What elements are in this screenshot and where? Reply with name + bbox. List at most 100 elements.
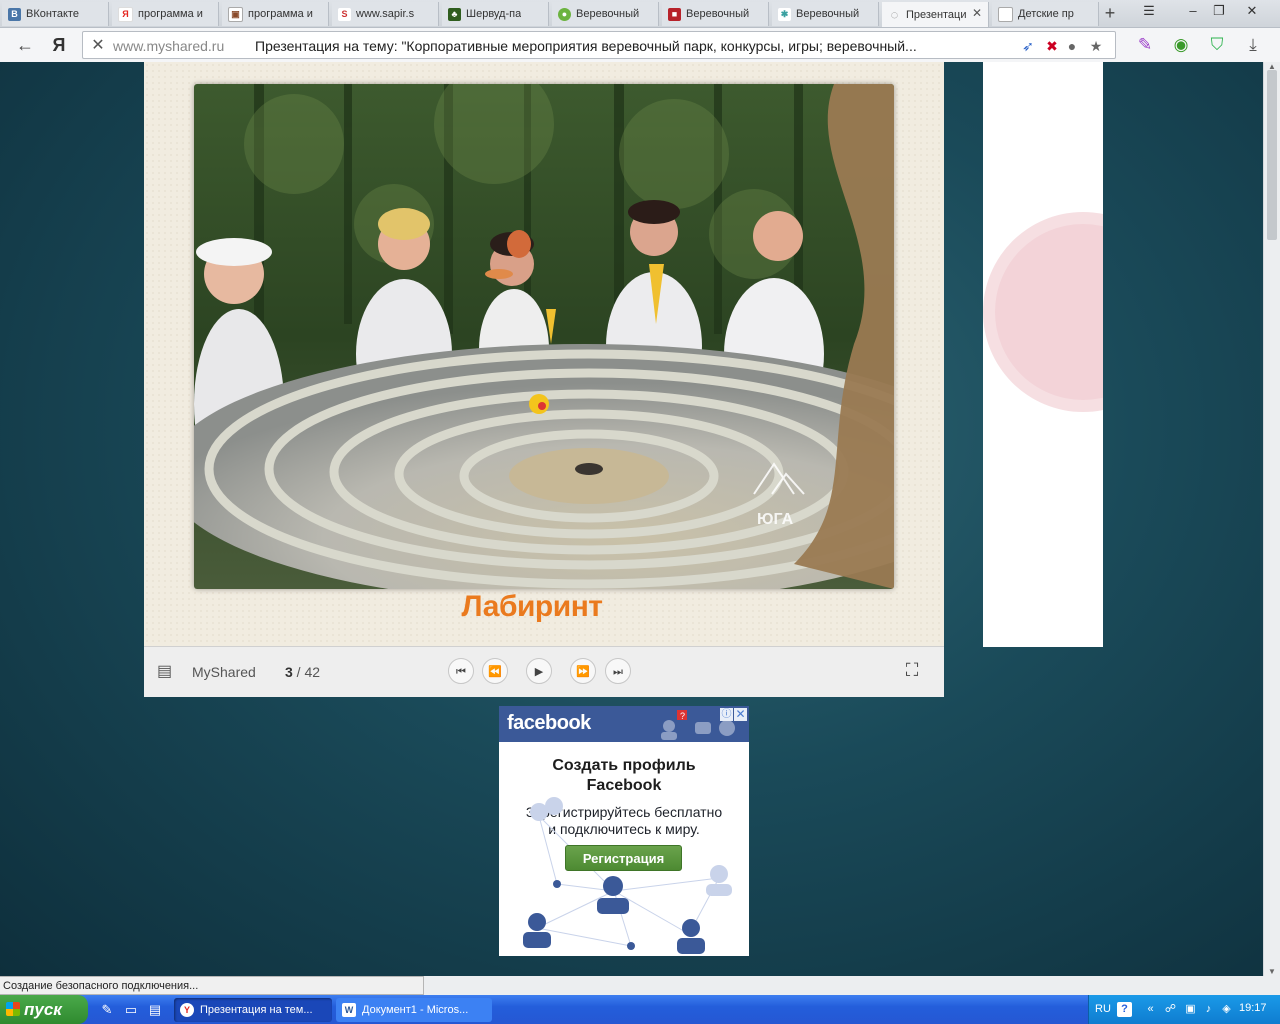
fb-ad-subtext: Зарегистрируйтесь бесплатно и подключитес…	[499, 804, 749, 838]
channel-logo-text: ЮГА	[757, 511, 794, 528]
myshared-brand[interactable]: MyShared	[192, 664, 256, 680]
status-bar: Создание безопасного подключения...	[0, 976, 424, 995]
bookmark-star-icon[interactable]: ★	[1087, 37, 1105, 55]
tab-programma-1[interactable]: Япрограмма и	[112, 2, 219, 26]
red-cube-icon: ■	[668, 7, 681, 21]
tab-label: Презентаци	[906, 8, 967, 21]
vertical-scrollbar[interactable]: ▲ ▼	[1263, 62, 1280, 976]
yandex-browser-icon: Y	[180, 1003, 194, 1017]
close-window-icon[interactable]: ✕	[1240, 2, 1264, 20]
fb-register-button[interactable]: Регистрация	[565, 845, 682, 871]
address-bar: ← Я ✕ www.myshared.ru Презентация на тем…	[0, 28, 1280, 63]
fast-forward-button[interactable]: ⏩	[570, 658, 596, 684]
headline-line-2: Facebook	[586, 777, 662, 794]
page-counter: 3 / 42	[285, 664, 320, 680]
extension-green-icon[interactable]: ◉	[1170, 34, 1192, 56]
subtext-line-2: и подключитесь к миру.	[548, 821, 700, 837]
tab-label: Веревочный	[686, 8, 750, 20]
tray-volume-icon[interactable]: ♪	[1201, 1002, 1216, 1017]
first-slide-button[interactable]: ⏮	[448, 658, 474, 684]
tab-prezentaciya[interactable]: ◌ Презентаци ✕	[882, 2, 989, 27]
close-tab-icon[interactable]: ✕	[972, 6, 982, 20]
tab-vkontakte[interactable]: В ВКонтакте	[2, 2, 109, 26]
fb-ad-headline: Создать профиль Facebook	[499, 756, 749, 796]
tab-detskie[interactable]: Детские пр	[992, 2, 1099, 26]
side-ad-banner[interactable]	[983, 62, 1103, 647]
restore-icon[interactable]: ❐	[1207, 2, 1231, 20]
task-label: Презентация на тем...	[200, 1004, 313, 1016]
language-indicator[interactable]: RU	[1095, 1003, 1111, 1015]
facebook-logo: facebook	[507, 712, 591, 734]
taskbar: пуск ✎ ▭ ▤ Y Презентация на тем... W Докум…	[0, 995, 1280, 1024]
tab-label: Детские пр	[1018, 8, 1074, 20]
new-tab-button[interactable]: +	[1100, 3, 1120, 23]
windows-flag-icon	[6, 1002, 20, 1016]
green-circle-icon: ●	[558, 7, 571, 21]
task-label: Документ1 - Micros...	[362, 1004, 469, 1016]
stop-loading-icon[interactable]: ✕	[89, 35, 107, 55]
tab-label: www.sapir.s	[356, 8, 415, 20]
total-pages: 42	[304, 664, 321, 680]
blocked-content-icon[interactable]: ✖	[1043, 37, 1061, 55]
notification-badge: ?	[680, 711, 685, 721]
headline-line-1: Создать профиль	[552, 757, 696, 774]
tray-monitor-icon[interactable]: ▣	[1183, 1002, 1198, 1017]
page-icon	[998, 6, 1013, 22]
facebook-ad[interactable]: facebook ? ⓘ ✕ Создать профиль Facebook З…	[499, 706, 749, 956]
quicklaunch-desktop-icon[interactable]: ▭	[122, 1001, 140, 1019]
slide-title: Лабиринт	[461, 590, 603, 623]
quicklaunch-pencil-icon[interactable]: ✎	[98, 1001, 116, 1019]
tray-expand-icon[interactable]: «	[1143, 1002, 1158, 1017]
fullscreen-icon[interactable]: ⛶	[899, 660, 925, 684]
tray-network-icon[interactable]: ☍	[1163, 1002, 1178, 1017]
feather-icon[interactable]: ✎	[1134, 34, 1156, 56]
image-icon: ▣	[228, 6, 243, 22]
tab-verevochny-1[interactable]: ● Веревочный	[552, 2, 659, 26]
tab-sapir[interactable]: Swww.sapir.s	[332, 2, 439, 26]
minimize-icon[interactable]: –	[1181, 2, 1205, 20]
tab-label: Веревочный	[576, 8, 640, 20]
status-bar-filler	[424, 976, 1280, 995]
presentation-slide: ЮГА Лабиринт	[144, 62, 944, 646]
tab-verevochny-2[interactable]: ■ Веревочный	[662, 2, 769, 26]
word-icon: W	[342, 1003, 356, 1017]
help-icon[interactable]: ?	[1117, 1002, 1132, 1017]
ad-close-icon[interactable]: ✕	[734, 708, 747, 721]
lightbulb-icon[interactable]: ●	[1063, 37, 1081, 55]
sherwood-icon: ♣	[448, 7, 461, 21]
download-icon[interactable]: ⤓	[1242, 34, 1264, 56]
shield-check-icon[interactable]: ⛉	[1206, 34, 1228, 56]
rocket-icon[interactable]: ➶	[1019, 37, 1037, 55]
url-domain: www.myshared.ru	[113, 38, 225, 54]
tab-label: Шервуд-па	[466, 8, 522, 20]
tab-verevochny-3[interactable]: ✱ Веревочный	[772, 2, 879, 26]
page-content: ЮГА Лабиринт ▤ MyShared 3 / 42 ⏮ ⏪ ▶ ⏩ ⏭…	[0, 62, 1263, 976]
tab-programma-2[interactable]: ▣ программа и	[222, 2, 329, 26]
tray-security-icon[interactable]: ◈	[1219, 1002, 1234, 1017]
menu-icon[interactable]: ☰	[1137, 2, 1161, 20]
rewind-button[interactable]: ⏪	[482, 658, 508, 684]
clock[interactable]: 19:17	[1239, 1002, 1267, 1014]
back-arrow-icon[interactable]: ←	[14, 34, 36, 56]
play-button[interactable]: ▶	[526, 658, 552, 684]
system-tray: RU ? « ☍ ▣ ♪ ◈ 19:17	[1088, 995, 1280, 1024]
page-title-in-url: Презентация на тему: "Корпоративные меро…	[255, 38, 917, 54]
sapir-icon: S	[338, 7, 351, 21]
task-word-document[interactable]: W Документ1 - Micros...	[336, 998, 492, 1022]
yandex-logo-icon[interactable]: Я	[48, 34, 70, 56]
tab-label: ВКонтакте	[26, 8, 79, 20]
scroll-down-arrow-icon[interactable]: ▼	[1268, 967, 1276, 976]
loading-icon: ◌	[890, 7, 899, 22]
last-slide-button[interactable]: ⏭	[605, 658, 631, 684]
start-label: пуск	[24, 1000, 62, 1019]
task-presentation[interactable]: Y Презентация на тем...	[174, 998, 332, 1022]
start-button[interactable]: пуск	[0, 995, 88, 1024]
quicklaunch-window-icon[interactable]: ▤	[146, 1001, 164, 1019]
scroll-thumb[interactable]	[1267, 70, 1277, 240]
slide-photo: ЮГА	[194, 84, 894, 589]
ad-info-icon[interactable]: ⓘ	[720, 708, 733, 721]
tab-sherwood[interactable]: ♣ Шервуд-па	[442, 2, 549, 26]
url-input[interactable]: ✕ www.myshared.ru Презентация на тему: "…	[82, 31, 1116, 59]
myshared-logo-icon: ▤	[157, 663, 173, 680]
page-separator: /	[292, 664, 305, 680]
